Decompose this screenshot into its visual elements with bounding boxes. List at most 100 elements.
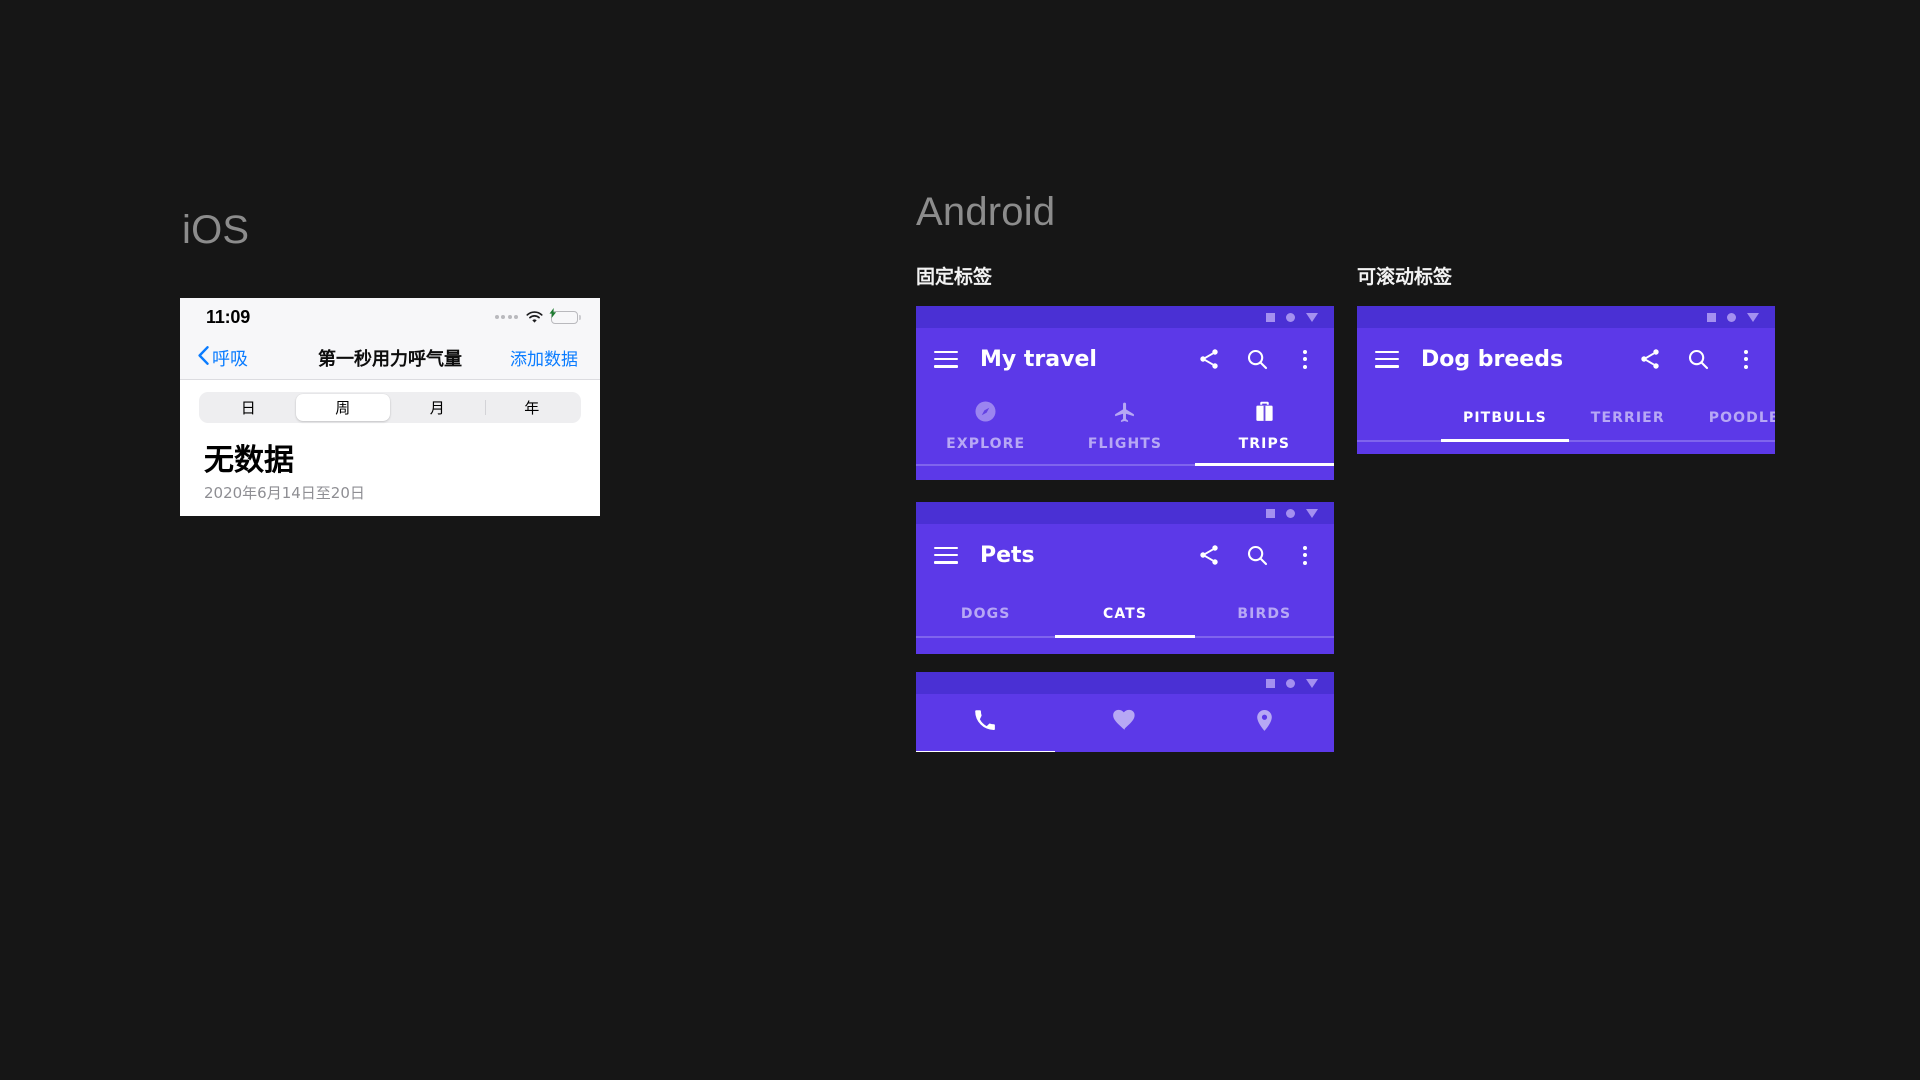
tab-favorites[interactable] bbox=[1055, 694, 1194, 752]
android-status-bar bbox=[1357, 306, 1775, 328]
android-card-icon-tabs bbox=[916, 672, 1334, 752]
hamburger-menu-icon[interactable] bbox=[1375, 350, 1399, 368]
square-icon bbox=[1707, 312, 1716, 322]
ios-date-range: 2020年6月14日至20日 bbox=[204, 483, 365, 502]
ios-segmented-control-wrap: 日 周 月 年 bbox=[180, 380, 600, 423]
ios-status-time: 11:09 bbox=[206, 306, 251, 327]
tab-cats[interactable]: CATS bbox=[1055, 586, 1195, 638]
tab-dogs[interactable]: DOGS bbox=[916, 586, 1055, 636]
ios-segment-month[interactable]: 月 bbox=[390, 394, 485, 421]
tab-indicator bbox=[916, 463, 1055, 466]
android-app-bar: Dog breeds bbox=[1357, 328, 1775, 390]
circle-icon bbox=[1286, 508, 1295, 518]
android-platform-heading: Android bbox=[916, 190, 1056, 234]
tab-indicator bbox=[1195, 635, 1334, 638]
tab-flights[interactable]: FLIGHTS bbox=[1055, 390, 1194, 464]
compass-icon bbox=[973, 399, 998, 429]
app-bar-actions bbox=[1637, 346, 1759, 372]
tab-row-dog-breeds[interactable]: PITBULLS TERRIER POODLE LAB bbox=[1357, 390, 1775, 442]
tab-label: PITBULLS bbox=[1463, 410, 1547, 426]
ios-status-bar: 11:09 bbox=[180, 298, 600, 336]
overflow-menu-icon[interactable] bbox=[1292, 346, 1318, 372]
hamburger-menu-icon[interactable] bbox=[934, 546, 958, 564]
tab-indicator bbox=[1441, 439, 1569, 442]
share-icon[interactable] bbox=[1196, 346, 1222, 372]
square-icon bbox=[1266, 678, 1275, 688]
search-icon[interactable] bbox=[1685, 346, 1711, 372]
app-bar-title: Dog breeds bbox=[1421, 346, 1564, 372]
share-icon[interactable] bbox=[1637, 346, 1663, 372]
tab-label: EXPLORE bbox=[946, 436, 1026, 452]
tab-row-my-travel: EXPLORE FLIGHTS TRIPS bbox=[916, 390, 1334, 466]
tab-label: BIRDS bbox=[1237, 606, 1292, 622]
phone-icon bbox=[973, 708, 998, 738]
ios-segment-day[interactable]: 日 bbox=[201, 394, 296, 421]
tab-indicator bbox=[1195, 751, 1334, 752]
triangle-down-icon bbox=[1306, 508, 1318, 518]
triangle-down-icon bbox=[1306, 678, 1318, 688]
android-status-bar bbox=[916, 306, 1334, 328]
search-icon[interactable] bbox=[1244, 542, 1270, 568]
android-card-my-travel: My travel EXPLORE FLIGHTS TRIPS bbox=[916, 306, 1334, 480]
tab-indicator bbox=[1569, 439, 1687, 442]
tab-indicator bbox=[1055, 751, 1194, 752]
ios-segment-week[interactable]: 周 bbox=[295, 394, 390, 421]
tab-trips[interactable]: TRIPS bbox=[1194, 390, 1334, 466]
tab-indicator bbox=[1687, 439, 1775, 442]
ios-nav-bar: 呼吸 第一秒用力呼气量 添加数据 bbox=[180, 336, 600, 380]
tab-explore[interactable]: EXPLORE bbox=[916, 390, 1055, 464]
square-icon bbox=[1266, 508, 1275, 518]
tab-location[interactable] bbox=[1195, 694, 1334, 752]
tab-label: POODLE bbox=[1708, 410, 1775, 426]
wifi-icon bbox=[526, 310, 543, 324]
tab-pitbulls[interactable]: PITBULLS bbox=[1441, 390, 1569, 442]
tab-terrier[interactable]: TERRIER bbox=[1569, 390, 1687, 440]
app-bar-title: My travel bbox=[980, 346, 1097, 372]
search-icon[interactable] bbox=[1244, 346, 1270, 372]
scrollable-tabs-section-label: 可滚动标签 bbox=[1357, 266, 1453, 288]
tab-label: FLIGHTS bbox=[1087, 436, 1163, 452]
tab-phone[interactable] bbox=[916, 694, 1056, 752]
app-bar-actions bbox=[1196, 542, 1318, 568]
circle-icon bbox=[1727, 312, 1736, 322]
heart-icon bbox=[1112, 708, 1137, 738]
share-icon[interactable] bbox=[1196, 542, 1222, 568]
ios-add-data-button[interactable]: 添加数据 bbox=[510, 345, 578, 370]
tab-label: DOGS bbox=[960, 606, 1011, 622]
circle-icon bbox=[1286, 312, 1295, 322]
ios-platform-heading: iOS bbox=[182, 208, 250, 252]
tab-indicator bbox=[916, 635, 1055, 638]
hamburger-menu-icon[interactable] bbox=[934, 350, 958, 368]
circle-icon bbox=[1286, 678, 1295, 688]
tab-label: TRIPS bbox=[1238, 436, 1291, 452]
triangle-down-icon bbox=[1306, 312, 1318, 322]
ios-segment-year[interactable]: 年 bbox=[484, 394, 580, 421]
canvas: iOS 11:09 呼吸 第一秒用力呼气量 添加数据 日 周 月 年 无数据 2… bbox=[0, 0, 1920, 1080]
signal-dots-icon bbox=[494, 315, 518, 319]
ios-status-indicators bbox=[494, 307, 581, 324]
app-bar-actions bbox=[1196, 346, 1318, 372]
android-card-pets: Pets DOGS CATS BIRDS bbox=[916, 502, 1334, 654]
ios-empty-state-title: 无数据 bbox=[204, 443, 294, 478]
tab-row-pets: DOGS CATS BIRDS bbox=[916, 586, 1334, 638]
ios-content-area: 无数据 2020年6月14日至20日 bbox=[180, 423, 600, 503]
tab-indicator bbox=[1055, 463, 1194, 466]
ios-back-button[interactable]: 呼吸 bbox=[198, 345, 248, 371]
tab-indicator bbox=[1055, 635, 1195, 638]
tab-birds[interactable]: BIRDS bbox=[1195, 586, 1334, 636]
ios-segmented-control[interactable]: 日 周 月 年 bbox=[199, 392, 581, 423]
ios-phone-card: 11:09 呼吸 第一秒用力呼气量 添加数据 日 周 月 年 无数据 2020年… bbox=[180, 298, 600, 516]
battery-charging-icon bbox=[549, 307, 581, 324]
tab-indicator bbox=[1194, 463, 1334, 466]
ios-back-label: 呼吸 bbox=[212, 348, 248, 370]
tab-row-icon-only bbox=[916, 694, 1334, 752]
android-status-bar bbox=[916, 672, 1334, 694]
overflow-menu-icon[interactable] bbox=[1733, 346, 1759, 372]
android-app-bar: My travel bbox=[916, 328, 1334, 390]
android-status-bar bbox=[916, 502, 1334, 524]
tab-label: CATS bbox=[1102, 606, 1148, 622]
overflow-menu-icon[interactable] bbox=[1292, 542, 1318, 568]
tab-poodle[interactable]: POODLE bbox=[1687, 390, 1775, 440]
triangle-down-icon bbox=[1747, 312, 1759, 322]
location-pin-icon bbox=[1252, 708, 1277, 738]
